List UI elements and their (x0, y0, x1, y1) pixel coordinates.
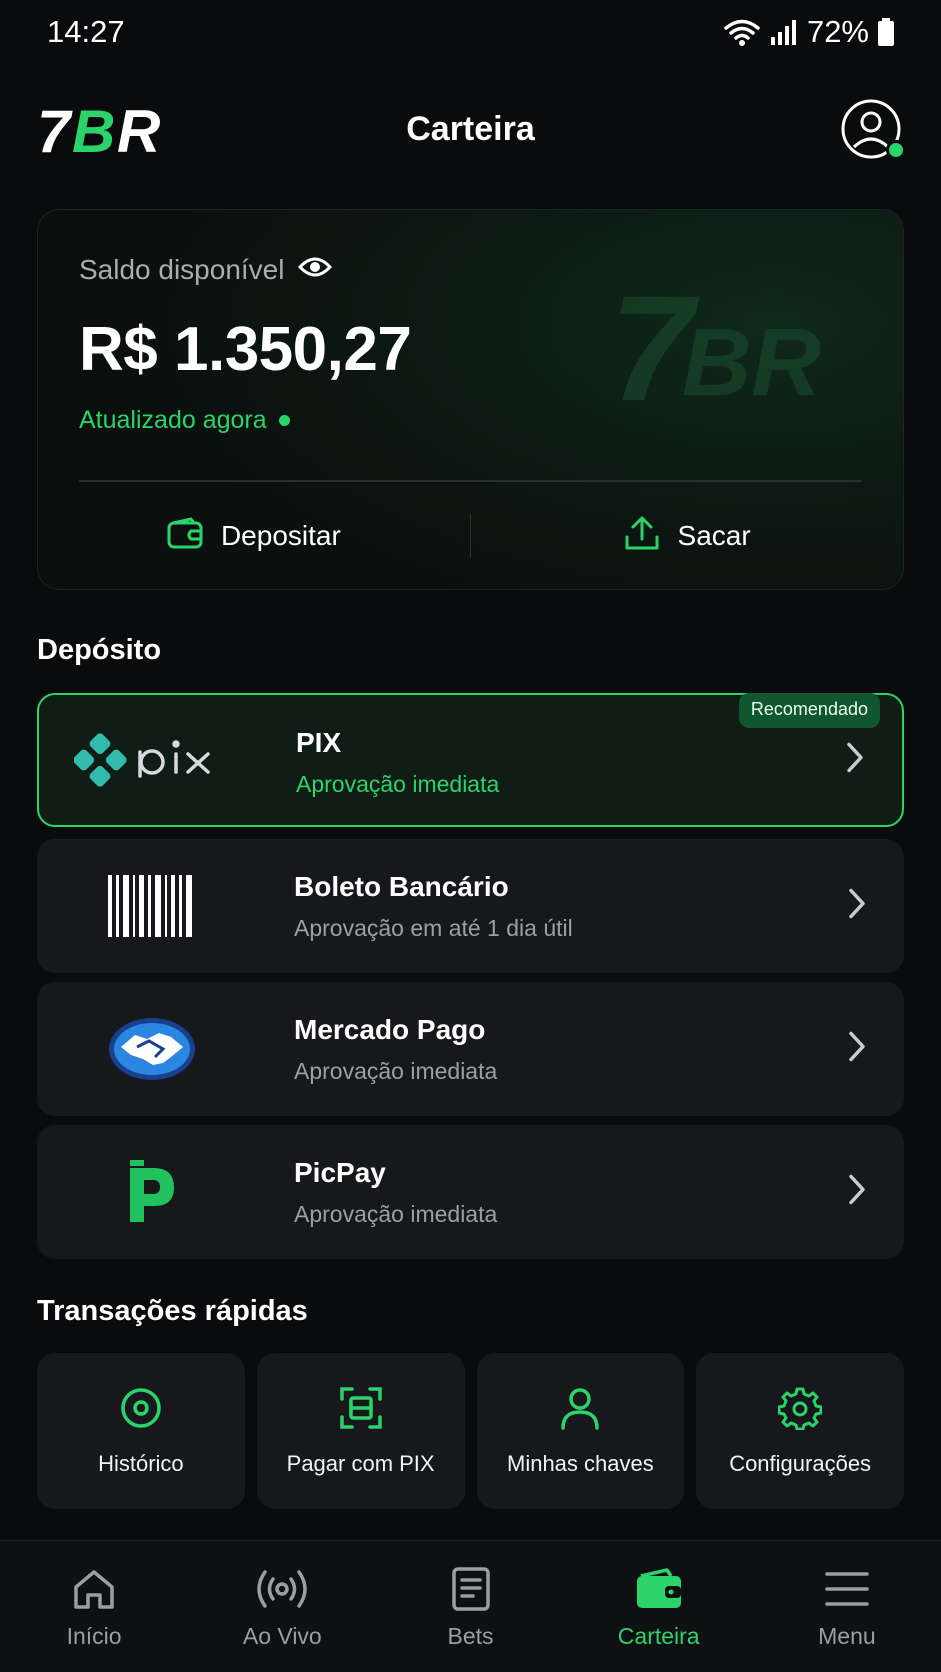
quick-label: Configurações (729, 1451, 872, 1476)
eye-icon[interactable] (298, 254, 333, 286)
balance-label-text: Saldo disponível (79, 254, 285, 285)
method-subtitle: Aprovação imediata (294, 1058, 498, 1084)
bottom-nav: Início Ao Vivo Bets Carteira Menu (0, 1540, 941, 1672)
chevron-right-icon (846, 742, 864, 779)
quick-history-button[interactable]: Histórico (37, 1353, 245, 1509)
nav-menu[interactable]: Menu (753, 1541, 941, 1672)
bets-icon (451, 1565, 491, 1613)
live-icon (255, 1565, 309, 1613)
battery-percent: 72% (806, 14, 869, 49)
nav-label: Carteira (617, 1623, 700, 1649)
picpay-logo (37, 1125, 267, 1259)
quick-actions: Histórico Pagar com PIX Minhas chaves Co… (37, 1353, 904, 1509)
balance-label: Saldo disponível (79, 254, 333, 286)
method-name: PIX (296, 727, 342, 758)
wallet-icon (167, 516, 203, 556)
balance-amount: R$ 1.350,27 (79, 315, 412, 384)
balance-updated-status: Atualizado agora (79, 406, 290, 435)
pix-logo (39, 695, 269, 825)
upload-icon (624, 515, 660, 558)
menu-icon (825, 1565, 869, 1613)
method-subtitle: Aprovação em até 1 dia útil (294, 915, 573, 941)
nav-label: Menu (818, 1623, 876, 1649)
svg-text:BR: BR (682, 309, 821, 405)
method-name: Boleto Bancário (294, 871, 509, 902)
mercado-pago-logo (37, 982, 267, 1116)
quick-keys-button[interactable]: Minhas chaves (476, 1353, 685, 1509)
deposit-button[interactable]: Depositar (38, 482, 470, 589)
nav-bets[interactable]: Bets (376, 1541, 564, 1672)
battery-icon (877, 17, 895, 47)
history-icon (119, 1385, 163, 1431)
method-name: PicPay (294, 1157, 386, 1188)
deposit-method-boleto[interactable]: Boleto Bancário Aprovação em até 1 dia ú… (37, 839, 904, 973)
deposit-method-mercado-pago[interactable]: Mercado Pago Aprovação imediata (37, 982, 904, 1116)
nav-wallet[interactable]: Carteira (565, 1541, 753, 1672)
profile-button[interactable] (840, 98, 906, 160)
method-subtitle: Aprovação imediata (294, 1201, 498, 1227)
deposit-method-pix[interactable]: PIX Aprovação imediata Recomendado (37, 693, 904, 827)
chevron-right-icon (848, 888, 866, 925)
nav-label: Início (66, 1623, 122, 1649)
deposit-method-picpay[interactable]: PicPay Aprovação imediata (37, 1125, 904, 1259)
status-bar: 14:27 72% (0, 0, 941, 64)
page-title: Carteira (406, 110, 535, 148)
scan-icon (339, 1385, 383, 1431)
withdraw-label: Sacar (677, 520, 751, 551)
nav-home[interactable]: Início (0, 1541, 188, 1672)
quick-settings-button[interactable]: Configurações (696, 1353, 904, 1509)
nav-live[interactable]: Ao Vivo (188, 1541, 376, 1672)
wallet-icon (635, 1565, 683, 1613)
app-header: 7 B R Carteira (0, 88, 941, 172)
quick-label: Histórico (98, 1451, 184, 1476)
deposit-section-title: Depósito (37, 634, 162, 666)
method-name: Mercado Pago (294, 1014, 486, 1045)
status-indicators: 72% (723, 14, 895, 50)
quick-section-title: Transações rápidas (37, 1295, 308, 1327)
brand-watermark: 7 BR (610, 264, 840, 432)
method-subtitle: Aprovação imediata (296, 771, 500, 797)
gear-icon (778, 1385, 823, 1431)
chevron-right-icon (848, 1031, 866, 1068)
nav-label: Bets (447, 1623, 494, 1649)
signal-icon (769, 17, 799, 47)
barcode-icon (37, 839, 267, 973)
quick-label: Minhas chaves (507, 1451, 654, 1476)
wifi-icon (723, 17, 761, 47)
withdraw-button[interactable]: Sacar (471, 482, 903, 589)
status-time: 14:27 (47, 14, 125, 49)
updated-text: Atualizado agora (79, 406, 267, 434)
home-icon (72, 1565, 116, 1613)
nav-label: Ao Vivo (242, 1623, 322, 1649)
balance-card: 7 BR Saldo disponível R$ 1.350,27 Atuali… (37, 209, 904, 590)
user-icon (558, 1385, 602, 1431)
quick-pay-pix-button[interactable]: Pagar com PIX (256, 1353, 465, 1509)
live-dot (278, 415, 290, 426)
quick-label: Pagar com PIX (286, 1451, 435, 1476)
balance-actions: Depositar Sacar (38, 482, 903, 589)
online-status-dot (886, 140, 906, 160)
deposit-label: Depositar (220, 520, 341, 551)
recommended-badge: Recomendado (738, 693, 880, 728)
chevron-right-icon (848, 1174, 866, 1211)
